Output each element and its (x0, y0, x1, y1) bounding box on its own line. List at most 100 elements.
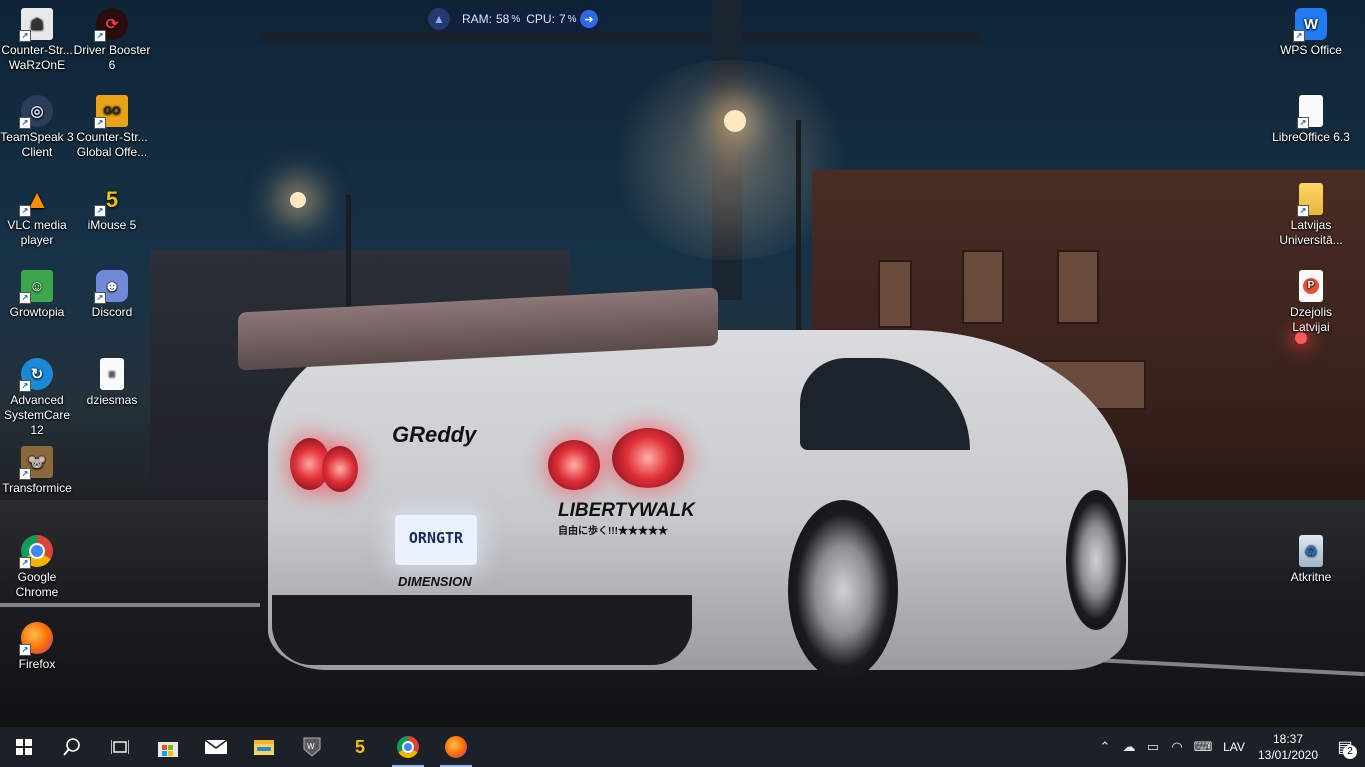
notification-badge: 2 (1343, 745, 1357, 759)
taskbar: W 5 ⌃ ☁ ▭ ◠ ⌨ LAV 18:37 13/01/2020 ▤ 2 (0, 727, 1365, 767)
ram-value: 58 (496, 12, 510, 26)
language-indicator[interactable]: LAV (1217, 740, 1251, 754)
desktop-icon-label: Google Chrome (15, 570, 59, 599)
vlc-icon: ▲ ↗ (19, 183, 53, 217)
onedrive-icon[interactable]: ☁ (1117, 727, 1141, 767)
discord-icon: ☻ ↗ (94, 270, 128, 304)
desktop-icon-imouse[interactable]: 5 ↗ iMouse 5 (72, 183, 152, 233)
desktop-icon-label: LibreOffice 6.3 (1272, 130, 1350, 144)
clock[interactable]: 18:37 13/01/2020 (1251, 731, 1325, 763)
counter-strike-icon: ☗ ↗ (19, 8, 53, 42)
firefox-icon (445, 736, 467, 758)
csgo-icon: GO ↗ (94, 95, 128, 129)
taskbar-chrome[interactable] (384, 727, 432, 767)
chevron-up-icon[interactable]: ⌃ (1093, 727, 1117, 767)
transformice-icon: 🐭 ↗ (19, 446, 53, 480)
firefox-icon: ↗ (19, 622, 53, 656)
desktop-icon-google-chrome[interactable]: ↗ Google Chrome (0, 535, 77, 600)
cpu-label: CPU: (526, 12, 555, 26)
desktop-icon-csgo[interactable]: GO ↗ Counter-Str... Global Offe... (72, 95, 152, 160)
taskbar-mail[interactable] (192, 727, 240, 767)
desktop-icon-recycle-bin[interactable]: ♻ Atkritne (1271, 535, 1351, 585)
store-icon (158, 742, 178, 757)
arrow-right-icon[interactable]: ➜ (580, 10, 598, 28)
desktop-icon-label: iMouse 5 (87, 218, 137, 232)
license-plate: ORNGTR (395, 515, 477, 565)
car-decal-dimension: DIMENSION (398, 574, 472, 589)
imouse-icon: 5 (354, 736, 365, 757)
wps-office-icon: W ↗ (1293, 8, 1327, 42)
ram-cpu-widget[interactable]: ▲ RAM: 58 % CPU: 7 % ➜ (425, 5, 601, 33)
cpu-value: 7 (558, 12, 566, 26)
street-lamp (724, 110, 746, 132)
clock-time: 18:37 (1272, 732, 1304, 746)
taskbar-world-of-tanks[interactable]: W (288, 727, 336, 767)
tail-light (612, 428, 684, 488)
car-decal-libertywalk: LIBERTYWALK (558, 500, 695, 521)
svg-text:W: W (307, 742, 315, 751)
text-file-icon: ≡ (100, 358, 124, 390)
desktop-icon-label: Atkritne (1290, 570, 1332, 584)
keyboard-icon[interactable]: ⌨ (1189, 727, 1217, 767)
car-wheel (788, 500, 898, 680)
start-button[interactable] (0, 727, 48, 767)
advanced-systemcare-icon: ↻ ↗ (19, 358, 53, 392)
desktop-icon-transformice[interactable]: 🐭 ↗ Transformice (0, 446, 77, 496)
action-center-button[interactable]: ▤ 2 (1325, 727, 1365, 767)
desktop-icon-wps-office[interactable]: W ↗ WPS Office (1271, 8, 1351, 58)
imouse-icon: 5 ↗ (94, 183, 128, 217)
libreoffice-icon: ↗ (1297, 95, 1323, 129)
rocket-icon[interactable]: ▲ (428, 8, 450, 30)
car-decal-greddy: GReddy (392, 422, 477, 447)
search-icon (63, 738, 80, 756)
desktop-icon-label: Transformice (2, 481, 72, 495)
desktop-icon-firefox[interactable]: ↗ Firefox (0, 622, 77, 672)
taskbar-firefox[interactable] (432, 727, 480, 767)
desktop-icon-label: Dzejolis Latvijai (1289, 305, 1332, 334)
task-view-button[interactable] (96, 727, 144, 767)
desktop-icon-counter-strike-warzone[interactable]: ☗ ↗ Counter-Str... WaRzOnE (0, 8, 77, 73)
taskbar-file-explorer[interactable] (240, 727, 288, 767)
desktop-icon-label: WPS Office (1280, 43, 1342, 57)
road-marking (0, 603, 260, 607)
desktop-icon-discord[interactable]: ☻ ↗ Discord (72, 270, 152, 320)
desktop-icon-dziesmas[interactable]: ≡ dziesmas (72, 358, 152, 408)
teamspeak-icon: ◎ ↗ (19, 95, 53, 129)
desktop-icon-latvijas-universitate[interactable]: ↗ Latvijas Universitā... (1271, 183, 1351, 248)
cpu-unit: % (567, 13, 577, 25)
world-of-tanks-icon: W (303, 737, 321, 757)
taskbar-imouse[interactable]: 5 (336, 727, 384, 767)
desktop-icon-label: TeamSpeak 3 Client (0, 130, 74, 159)
desktop-icon-vlc[interactable]: ▲ ↗ VLC media player (0, 183, 77, 248)
desktop-icon-teamspeak[interactable]: ◎ ↗ TeamSpeak 3 Client (0, 95, 77, 160)
chrome-icon: ↗ (19, 535, 53, 569)
mail-icon (204, 739, 228, 754)
ram-label: RAM: (462, 12, 492, 26)
tail-light (548, 440, 600, 490)
tail-light (322, 446, 358, 492)
growtopia-icon: ☺ ↗ (19, 270, 53, 304)
desktop-icon-growtopia[interactable]: ☺ ↗ Growtopia (0, 270, 77, 320)
start-icon (16, 739, 32, 755)
battery-icon[interactable]: ▭ (1141, 727, 1165, 767)
desktop-icon-dzejolis-latvijai[interactable]: P Dzejolis Latvijai (1271, 270, 1351, 335)
task-view-icon (111, 740, 129, 754)
building-window (878, 260, 912, 328)
desktop-icon-advanced-systemcare[interactable]: ↻ ↗ Advanced SystemCare 12 (0, 358, 77, 438)
ram-unit: % (511, 13, 521, 25)
powerpoint-file-icon: P (1299, 270, 1323, 302)
crane-arm (260, 30, 980, 44)
license-plate-text: ORNGTR (408, 529, 464, 547)
car-decal-sub: 自由に歩く!!!★★★★★ (558, 526, 668, 537)
desktop-icon-label: VLC media player (7, 218, 67, 247)
taskbar-store[interactable] (144, 727, 192, 767)
clock-date: 13/01/2020 (1257, 748, 1319, 762)
desktop-wallpaper: ORNGTR GReddy LIBERTYWALK 自由に歩く!!!★★★★★ … (0, 0, 1365, 727)
car-bumper (272, 595, 692, 665)
desktop-icon-label: dziesmas (86, 393, 138, 407)
desktop-icon-libreoffice[interactable]: ↗ LibreOffice 6.3 (1271, 95, 1351, 145)
wifi-icon[interactable]: ◠ (1165, 727, 1189, 767)
driver-booster-icon: ⟳ ↗ (94, 8, 128, 42)
search-button[interactable] (48, 727, 96, 767)
desktop-icon-driver-booster[interactable]: ⟳ ↗ Driver Booster 6 (72, 8, 152, 73)
